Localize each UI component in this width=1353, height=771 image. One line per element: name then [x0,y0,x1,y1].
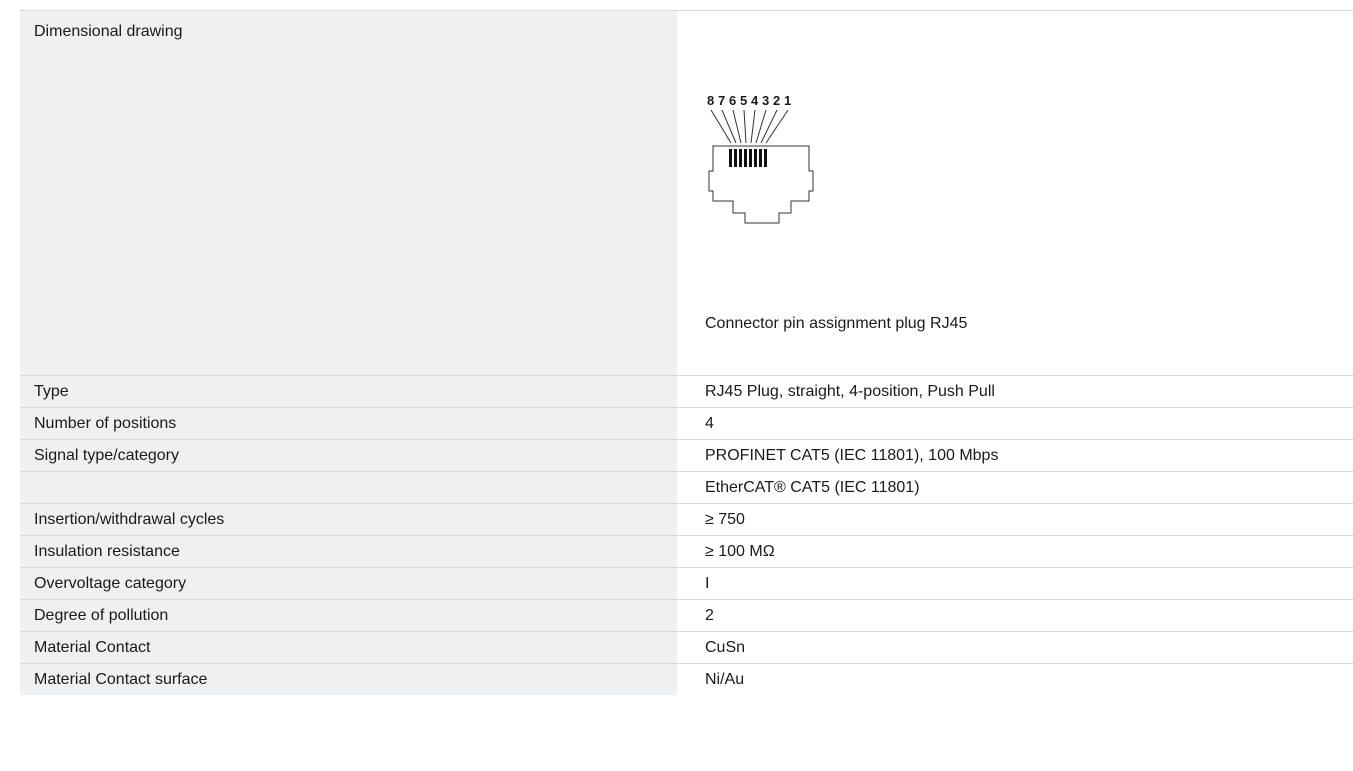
spec-row: Signal type/category PROFINET CAT5 (IEC … [20,440,1353,472]
spec-row: Overvoltage category I [20,568,1353,600]
pin-number: 7 [718,93,725,108]
spec-value: CuSn [705,638,746,656]
spec-value: I [705,574,710,592]
spec-label: Type [20,376,677,407]
spec-row: EtherCAT® CAT5 (IEC 11801) [20,472,1353,504]
pin-number: 2 [773,93,780,108]
spec-row: Material Contact CuSn [20,632,1353,664]
drawing-caption: Connector pin assignment plug RJ45 [705,315,968,332]
spec-label [20,472,677,503]
spec-label: Material Contact [20,632,677,663]
spec-row: Material Contact surface Ni/Au [20,664,1353,695]
spec-label: Insertion/withdrawal cycles [20,504,677,535]
spec-label: Degree of pollution [20,600,677,631]
drawing-cell: 8 7 6 5 4 3 2 1 Connector pin assignment… [677,11,1353,375]
spec-label: Number of positions [20,408,677,439]
spec-value: ≥ 750 [705,510,745,528]
pin-number: 5 [740,93,747,108]
spec-row: Number of positions 4 [20,408,1353,440]
spec-label: Material Contact surface [20,664,677,695]
spec-row: Insertion/withdrawal cycles ≥ 750 [20,504,1353,536]
spec-value: 4 [705,414,714,432]
pin-number: 4 [751,93,759,108]
spec-row: Insulation resistance ≥ 100 MΩ [20,536,1353,568]
spec-value: Ni/Au [705,670,745,688]
spec-row: Type RJ45 Plug, straight, 4-position, Pu… [20,376,1353,408]
spec-value: ≥ 100 MΩ [705,542,775,560]
spec-label: Dimensional drawing [20,11,677,375]
spec-value: 2 [705,606,714,624]
pin-number: 1 [784,93,791,108]
spec-table: Dimensional drawing 8 7 6 5 4 3 2 1 Conn… [20,10,1353,695]
spec-value: PROFINET CAT5 (IEC 11801), 100 Mbps [705,446,999,464]
spec-label: Insulation resistance [20,536,677,567]
dimensional-drawing-row: Dimensional drawing 8 7 6 5 4 3 2 1 Conn… [20,11,1353,376]
spec-value: RJ45 Plug, straight, 4-position, Push Pu… [705,382,995,400]
pin-number: 6 [729,93,736,108]
spec-label: Signal type/category [20,440,677,471]
pin-number: 8 [707,93,714,108]
spec-value: EtherCAT® CAT5 (IEC 11801) [705,478,920,496]
rj45-pin-assignment-drawing: 8 7 6 5 4 3 2 1 [707,93,814,224]
spec-row: Degree of pollution 2 [20,600,1353,632]
pin-number: 3 [762,93,769,108]
spec-label: Overvoltage category [20,568,677,599]
